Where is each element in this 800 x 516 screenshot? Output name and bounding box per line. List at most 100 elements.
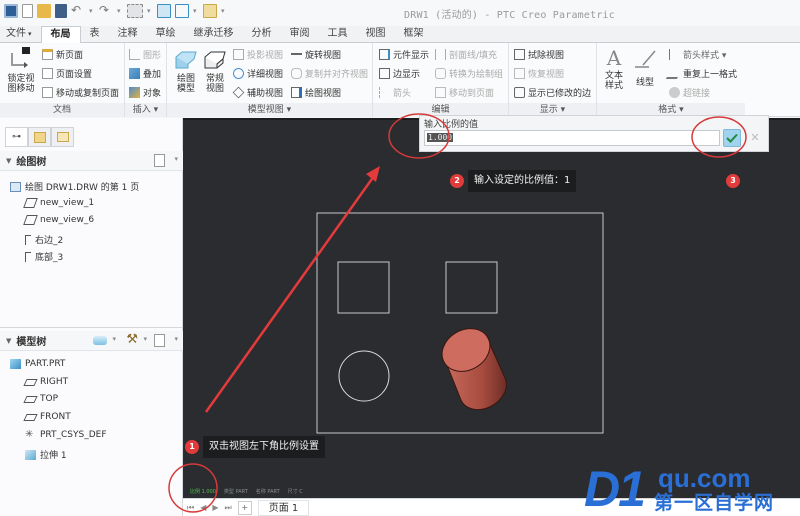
ok-button[interactable]: [723, 129, 741, 147]
erase-view-button[interactable]: 拭除视图: [514, 48, 564, 61]
tree-node-view[interactable]: 底部_3: [25, 250, 63, 263]
view-square-right[interactable]: [445, 261, 498, 314]
tree-settings-dropdown-icon[interactable]: ▾: [174, 335, 178, 343]
new-icon[interactable]: [22, 4, 33, 18]
collapse-icon[interactable]: ▼: [6, 157, 11, 165]
tab-view[interactable]: 视图: [357, 26, 395, 43]
open-icon[interactable]: [37, 4, 51, 18]
panel-divider[interactable]: [0, 327, 183, 328]
tab-layout[interactable]: 布局: [40, 26, 81, 43]
edge-display-button[interactable]: 边显示: [379, 67, 420, 80]
tree-node-view[interactable]: new_view_1: [23, 198, 94, 208]
component-display-button[interactable]: 元件显示: [379, 48, 429, 61]
save-icon[interactable]: [55, 4, 67, 18]
arrow-style-label: 箭头样式 ▾: [683, 51, 727, 61]
resume-view-button[interactable]: 恢复视图: [514, 67, 564, 80]
projection-view-label: 投影视图: [247, 51, 284, 61]
model-tree-header[interactable]: ▼ 模型树 ▾ ⚒ ▾ ▾: [0, 331, 183, 351]
switch-window-icon[interactable]: [175, 4, 189, 18]
tree-node-datum[interactable]: FRONT: [23, 412, 71, 422]
new-page-button[interactable]: 新页面: [42, 48, 83, 61]
next-page-icon[interactable]: ▶: [212, 503, 218, 512]
general-view-button[interactable]: 常规 视图: [202, 51, 228, 94]
undo-dropdown-icon[interactable]: ▾: [89, 7, 95, 15]
drawing-tree-header[interactable]: ▼ 绘图树 ▾: [0, 151, 183, 171]
page-setup-button[interactable]: 页面设置: [42, 67, 92, 80]
isometric-cylinder[interactable]: [434, 320, 507, 411]
add-page-button[interactable]: +: [237, 500, 252, 515]
overlay-button[interactable]: 叠加: [129, 67, 161, 80]
collapse-icon[interactable]: ▼: [6, 337, 11, 345]
app-icon[interactable]: [4, 4, 18, 18]
last-page-icon[interactable]: ⏭: [225, 503, 232, 513]
redo-dropdown-icon[interactable]: ▾: [117, 7, 123, 15]
lock-view-move-button[interactable]: 锁定视 图移动: [4, 42, 38, 94]
convert-draft-button[interactable]: 转换为绘制组: [435, 67, 503, 80]
layers-tab[interactable]: [28, 127, 51, 147]
projection-view-button[interactable]: 投影视图: [233, 48, 283, 61]
tab-review[interactable]: 审阅: [281, 26, 319, 43]
move-copy-page-button[interactable]: 移动或复制页面: [42, 86, 119, 99]
undo-icon[interactable]: ↶: [71, 4, 85, 18]
tab-frame[interactable]: 框架: [395, 26, 433, 43]
text-style-button[interactable]: A 文本 样式: [601, 47, 627, 91]
window-icon[interactable]: [157, 4, 171, 18]
tab-legacy-migration[interactable]: 继承迁移: [185, 26, 243, 43]
tree-node-datum[interactable]: TOP: [23, 394, 58, 404]
object-button[interactable]: 对象: [129, 86, 161, 99]
regenerate-dropdown-icon[interactable]: ▾: [147, 7, 153, 15]
tree-settings-icon[interactable]: [154, 334, 165, 347]
auxiliary-view-button[interactable]: 辅助视图: [232, 86, 283, 99]
switch-window-dropdown-icon[interactable]: ▾: [193, 7, 199, 15]
detail-view-button[interactable]: 详细视图: [233, 67, 283, 80]
model-display-dropdown-icon[interactable]: ▾: [112, 335, 116, 343]
line-style-button[interactable]: 线型: [631, 47, 659, 88]
watermark: D1 qu.com 第一区自学网: [584, 462, 794, 516]
tree-node-datum[interactable]: RIGHT: [23, 377, 68, 387]
tree-settings-dropdown-icon[interactable]: ▾: [174, 155, 178, 163]
scale-value-input[interactable]: 1.000: [424, 130, 720, 146]
model-display-icon[interactable]: [93, 336, 107, 345]
cancel-button[interactable]: ✕: [748, 129, 762, 147]
copy-align-view-button[interactable]: 复制并对齐视图: [291, 67, 368, 80]
redo-icon[interactable]: ↷: [99, 4, 113, 18]
revolved-view-button[interactable]: 旋转视图: [291, 48, 341, 61]
detail-view-icon: [233, 68, 244, 79]
tree-node-view[interactable]: new_view_6: [23, 215, 94, 225]
tree-node-view[interactable]: 右边_2: [25, 233, 63, 246]
tree-node-part[interactable]: PART.PRT: [10, 359, 65, 369]
move-to-page-button[interactable]: 移动到页面: [435, 86, 494, 99]
tab-file[interactable]: 文件 ▾: [0, 26, 41, 43]
arrow-button[interactable]: 箭头: [379, 86, 411, 99]
repeat-format-button[interactable]: 重复上一格式: [665, 67, 737, 80]
folder-browser-tab[interactable]: [51, 127, 74, 147]
scale-readout[interactable]: 比例 1.000: [190, 488, 216, 495]
first-page-icon[interactable]: ⏮: [187, 503, 194, 513]
prev-page-icon[interactable]: ◀: [200, 503, 206, 512]
page-tab[interactable]: 页面 1: [257, 499, 310, 516]
hatch-fill-button[interactable]: 剖面线/填充: [435, 48, 497, 61]
arrow-style-button[interactable]: 箭头样式 ▾: [669, 48, 726, 61]
tools-icon[interactable]: ⚒: [126, 332, 138, 347]
view-circle-bottom[interactable]: [338, 350, 390, 402]
show-modified-edges-button[interactable]: 显示已修改的边: [514, 86, 591, 99]
tools-dropdown-icon[interactable]: ▾: [143, 335, 147, 343]
tab-table[interactable]: 表: [81, 26, 109, 43]
tab-annotate[interactable]: 注释: [109, 26, 147, 43]
close-window-icon[interactable]: [203, 4, 217, 18]
tree-settings-icon[interactable]: [154, 154, 165, 167]
model-tree-tab[interactable]: ⊶: [5, 127, 28, 147]
tab-tools[interactable]: 工具: [319, 26, 357, 43]
tree-node-sheet[interactable]: 绘图 DRW1.DRW 的第 1 页: [10, 180, 139, 193]
graphic-button[interactable]: 图形: [129, 48, 161, 61]
customize-qat-icon[interactable]: ▾: [221, 7, 227, 15]
tree-node-feature[interactable]: 拉伸 1: [25, 448, 67, 461]
tab-analysis[interactable]: 分析: [243, 26, 281, 43]
tab-sketch[interactable]: 草绘: [147, 26, 185, 43]
regenerate-icon[interactable]: [127, 4, 143, 18]
drawing-view-button[interactable]: 绘图视图: [291, 86, 341, 99]
tree-node-csys[interactable]: ✳ PRT_CSYS_DEF: [25, 430, 107, 441]
drawing-model-button[interactable]: 绘图 模型: [173, 51, 199, 94]
hyperlink-button[interactable]: 超链接: [669, 86, 710, 99]
view-square-front[interactable]: [337, 261, 390, 314]
